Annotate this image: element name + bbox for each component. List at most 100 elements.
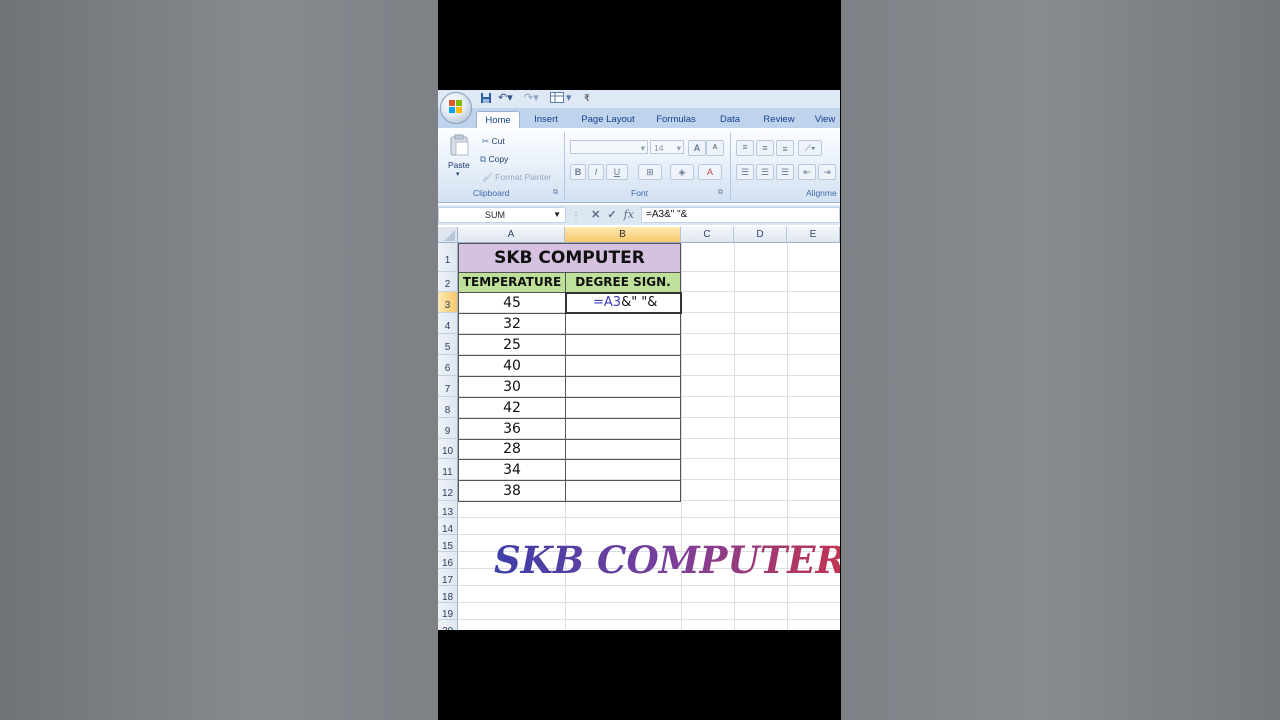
active-cell-b3[interactable]: =A3&" "& <box>565 292 682 314</box>
enter-icon[interactable]: ✓ <box>607 209 616 221</box>
cell-reference-text: =A3 <box>593 295 622 310</box>
font-name-combo[interactable]: ▾ <box>570 140 648 154</box>
italic-button[interactable]: I <box>588 164 604 180</box>
font-size-combo[interactable]: 14 ▾ <box>650 140 684 154</box>
name-box-dropdown-icon[interactable]: ▼ <box>553 208 561 222</box>
undo-icon[interactable]: ↶▾ <box>498 92 513 104</box>
align-bottom-icon[interactable]: ≡ <box>776 140 794 156</box>
name-box-value: SUM <box>485 210 505 220</box>
temperature-cell[interactable]: 42 <box>458 397 566 419</box>
row-header-17[interactable]: 17 <box>438 569 458 586</box>
align-center-icon[interactable]: ☰ <box>756 164 774 180</box>
tab-page-layout[interactable]: Page Layout <box>576 111 640 128</box>
office-button[interactable] <box>440 92 472 124</box>
formula-input[interactable]: =A3&" "& <box>641 207 840 223</box>
tab-review[interactable]: Review <box>758 111 800 128</box>
cancel-icon[interactable]: ✕ <box>591 209 600 221</box>
temperature-cell[interactable]: 40 <box>458 355 566 377</box>
save-icon[interactable] <box>480 92 492 104</box>
degree-sign-cell[interactable] <box>565 418 681 440</box>
degree-sign-cell[interactable] <box>565 376 681 398</box>
gridline <box>458 517 840 518</box>
cut-button[interactable]: ✂ Cut <box>482 134 505 148</box>
row-header-1[interactable]: 1 <box>438 243 458 272</box>
shrink-font-icon[interactable]: A <box>706 140 724 156</box>
clipboard-launcher-icon[interactable]: ⧉ <box>553 186 558 200</box>
degree-sign-cell[interactable] <box>565 459 681 481</box>
temperature-cell[interactable]: 45 <box>458 292 566 314</box>
row-header-16[interactable]: 16 <box>438 552 458 569</box>
grow-font-icon[interactable]: A <box>688 140 706 156</box>
row-header-13[interactable]: 13 <box>438 501 458 518</box>
degree-sign-cell[interactable] <box>565 480 681 502</box>
name-box[interactable]: SUM ▼ <box>438 207 566 223</box>
align-right-icon[interactable]: ☰ <box>776 164 794 180</box>
tab-formulas[interactable]: Formulas <box>650 111 702 128</box>
degree-sign-cell[interactable] <box>565 355 681 377</box>
tab-view[interactable]: View <box>810 111 840 128</box>
row-header-8[interactable]: 8 <box>438 397 458 418</box>
paste-button[interactable]: Paste ▾ <box>446 134 474 178</box>
redo-icon[interactable]: ↷▾ <box>524 92 539 104</box>
temperature-header-cell[interactable]: TEMPERATURE <box>458 272 566 293</box>
qat-dropdown-icon[interactable]: ▾ <box>566 92 572 104</box>
column-header-c[interactable]: C <box>681 227 734 243</box>
column-header-b[interactable]: B <box>565 227 681 243</box>
degree-sign-cell[interactable] <box>565 313 681 335</box>
row-header-2[interactable]: 2 <box>438 272 458 292</box>
row-header-19[interactable]: 19 <box>438 603 458 620</box>
temperature-cell[interactable]: 32 <box>458 313 566 335</box>
qat-more-icon[interactable]: ₹ <box>584 92 590 104</box>
temperature-cell[interactable]: 28 <box>458 439 566 460</box>
tab-home[interactable]: Home <box>476 111 520 129</box>
decrease-indent-icon[interactable]: ⇤ <box>798 164 816 180</box>
align-middle-icon[interactable]: ≡ <box>756 140 774 156</box>
temperature-cell[interactable]: 30 <box>458 376 566 398</box>
column-header-d[interactable]: D <box>734 227 787 243</box>
row-header-18[interactable]: 18 <box>438 586 458 603</box>
degree-sign-cell[interactable] <box>565 397 681 419</box>
borders-icon[interactable]: ⊞ <box>638 164 662 180</box>
row-header-9[interactable]: 9 <box>438 418 458 439</box>
copy-button[interactable]: ⧉ Copy <box>480 152 508 166</box>
row-header-4[interactable]: 4 <box>438 313 458 334</box>
title-cell[interactable]: SKB COMPUTER <box>458 243 681 273</box>
select-all-corner[interactable] <box>438 227 458 243</box>
temperature-cell[interactable]: 38 <box>458 480 566 502</box>
column-header-e[interactable]: E <box>787 227 840 243</box>
increase-indent-icon[interactable]: ⇥ <box>818 164 836 180</box>
insert-function-icon[interactable]: fx <box>624 208 634 221</box>
font-launcher-icon[interactable]: ⧉ <box>718 186 723 200</box>
temperature-cell[interactable]: 34 <box>458 459 566 481</box>
degree-sign-header-cell[interactable]: DEGREE SIGN. <box>565 272 681 293</box>
row-header-3[interactable]: 3 <box>438 292 458 313</box>
align-left-icon[interactable]: ☰ <box>736 164 754 180</box>
font-color-icon[interactable]: A <box>698 164 722 180</box>
bold-button[interactable]: B <box>570 164 586 180</box>
row-header-12[interactable]: 12 <box>438 480 458 501</box>
underline-button[interactable]: U <box>606 164 628 180</box>
quick-access-toolbar: ↶▾ ↷▾ ▾ ₹ <box>438 90 840 108</box>
format-painter-button[interactable]: 🖌 Format Painter <box>482 170 551 184</box>
align-top-icon[interactable]: ≡ <box>736 140 754 156</box>
temperature-cell[interactable]: 36 <box>458 418 566 440</box>
row-header-10[interactable]: 10 <box>438 439 458 459</box>
row-header-15[interactable]: 15 <box>438 535 458 552</box>
row-header-5[interactable]: 5 <box>438 334 458 355</box>
fill-color-icon[interactable]: ◈ <box>670 164 694 180</box>
degree-sign-cell[interactable] <box>565 334 681 356</box>
orientation-icon[interactable]: ⟋▾ <box>798 140 822 156</box>
group-separator <box>564 132 565 200</box>
tab-insert[interactable]: Insert <box>526 111 566 128</box>
alignment-group-label: Alignme <box>806 188 837 198</box>
row-header-6[interactable]: 6 <box>438 355 458 376</box>
column-header-a[interactable]: A <box>458 227 565 243</box>
tab-data[interactable]: Data <box>712 111 748 128</box>
customize-table-icon[interactable] <box>550 92 564 104</box>
row-header-7[interactable]: 7 <box>438 376 458 397</box>
row-header-20[interactable]: 20 <box>438 620 458 630</box>
row-header-11[interactable]: 11 <box>438 459 458 480</box>
degree-sign-cell[interactable] <box>565 439 681 460</box>
row-header-14[interactable]: 14 <box>438 518 458 535</box>
temperature-cell[interactable]: 25 <box>458 334 566 356</box>
